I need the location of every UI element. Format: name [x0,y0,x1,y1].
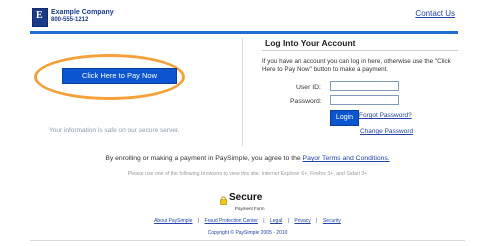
copyright: Copyright © PaySimple 2005 - 2010 [207,230,288,236]
secure-server-note: Your information is safe on our secure s… [49,127,180,134]
contact-us-link[interactable]: Contact Us [415,9,455,18]
footer-separator: | [287,218,289,224]
footer-link-legal[interactable]: Legal [270,218,282,224]
header-bar [30,31,458,34]
company-name: Example Company [51,9,114,16]
company-phone: 800-555-1212 [51,17,89,23]
secure-badge-title: Secure [229,192,263,203]
password-input[interactable] [330,95,399,105]
footer-rule [30,240,465,241]
company-logo: E [32,8,48,27]
pay-now-button[interactable]: Click Here to Pay Now [62,68,177,84]
login-title: Log Into Your Account [265,38,356,48]
secure-badge-subtitle: Payment Form [235,206,265,211]
login-button[interactable]: Login [330,110,359,126]
logo-letter: E [36,10,43,21]
userid-label: User ID: [296,84,321,91]
change-password-link[interactable]: Change Password [360,128,413,135]
forgot-password-link[interactable]: Forgot Password? [359,112,412,119]
footer-link-about[interactable]: About PaySimple [154,218,192,224]
footer-link-security[interactable]: Security [323,218,341,224]
browsers-note: Please use one of the following browsers… [127,171,368,177]
terms-prefix: By enrolling or making a payment in PayS… [105,155,303,162]
footer-link-fraud[interactable]: Fraud Protection Center [205,218,258,224]
footer-separator: | [316,218,318,224]
terms-line: By enrolling or making a payment in PayS… [0,155,495,162]
lock-icon [220,196,227,205]
login-description: If you have an account you can log in he… [262,58,451,73]
panel-divider [242,38,243,146]
login-title-rule [262,50,458,51]
footer-link-privacy[interactable]: Privacy [294,218,310,224]
footer-separator: | [197,218,200,224]
password-label: Password: [290,98,322,105]
payor-terms-link[interactable]: Payor Terms and Conditions. [303,155,390,162]
footer-separator: | [263,218,265,224]
footer-links: About PaySimple | Fraud Protection Cente… [0,218,495,224]
userid-input[interactable] [330,81,399,91]
